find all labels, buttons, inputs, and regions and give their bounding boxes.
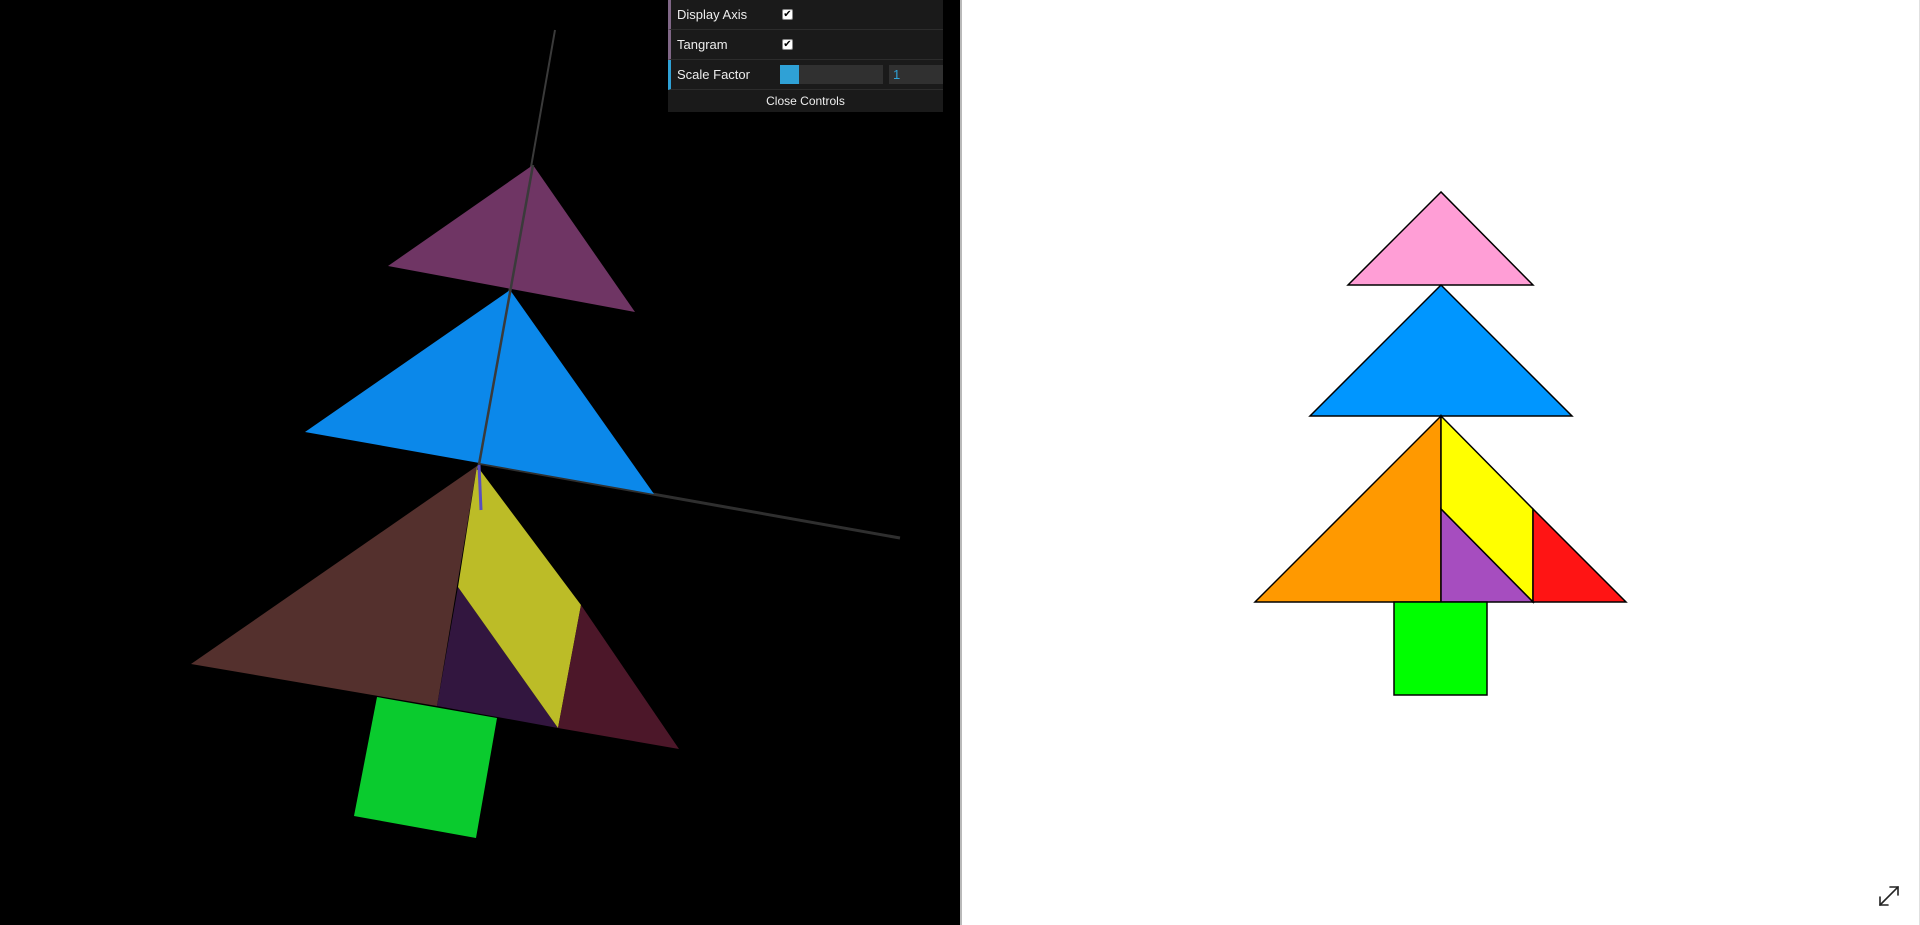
orange-large-triangle bbox=[1253, 414, 1442, 603]
3d-brown-triangle bbox=[191, 466, 477, 706]
tangram-drawing bbox=[1253, 190, 1628, 696]
pink-small-triangle bbox=[1346, 190, 1535, 286]
3d-viewport[interactable]: Display Axis ✔ Tangram ✔ Scale Factor 1 … bbox=[0, 0, 960, 925]
red-medium-triangle bbox=[1532, 507, 1628, 603]
display-axis-row[interactable]: Display Axis ✔ bbox=[668, 0, 943, 30]
checkmark-icon: ✔ bbox=[783, 8, 792, 20]
axis-origin-marker bbox=[477, 464, 483, 511]
close-controls-button[interactable]: Close Controls bbox=[668, 90, 943, 112]
tangram-checkbox[interactable]: ✔ bbox=[782, 39, 793, 50]
checkmark-icon: ✔ bbox=[783, 38, 792, 50]
display-axis-label: Display Axis bbox=[677, 7, 748, 22]
expand-arrows-icon[interactable] bbox=[1877, 884, 1901, 908]
tangram-row[interactable]: Tangram ✔ bbox=[668, 30, 943, 60]
blue-large-triangle bbox=[1308, 283, 1574, 417]
controls-panel: Display Axis ✔ Tangram ✔ Scale Factor 1 … bbox=[668, 0, 943, 112]
3d-green-square bbox=[354, 697, 497, 838]
tangram-2d-canvas[interactable] bbox=[962, 0, 1920, 925]
scale-factor-row: Scale Factor 1 bbox=[668, 60, 943, 90]
x-axis-line bbox=[477, 461, 901, 540]
3d-scene bbox=[191, 29, 901, 838]
tangram-label: Tangram bbox=[677, 37, 728, 52]
scale-factor-slider-fill bbox=[780, 65, 799, 84]
scale-factor-slider[interactable] bbox=[780, 65, 883, 84]
scale-factor-label: Scale Factor bbox=[677, 67, 750, 82]
scale-factor-input[interactable]: 1 bbox=[889, 65, 943, 84]
green-square bbox=[1393, 601, 1488, 696]
display-axis-checkbox[interactable]: ✔ bbox=[782, 9, 793, 20]
